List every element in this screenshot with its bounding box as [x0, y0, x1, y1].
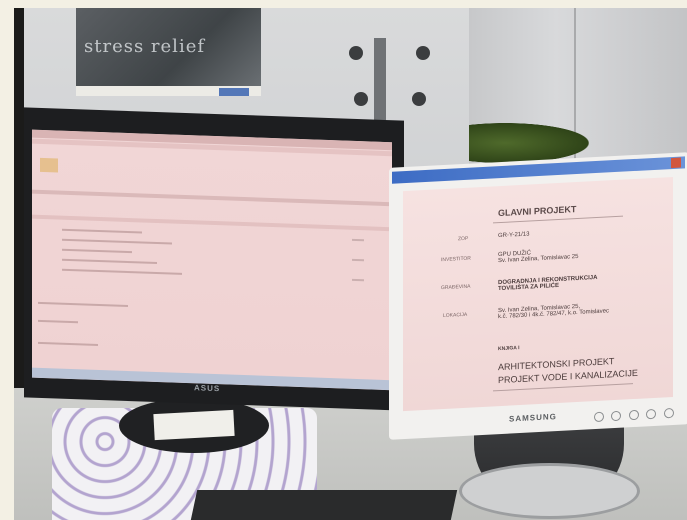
coat-hook [416, 46, 430, 60]
table-row [62, 228, 142, 234]
row-label: LOKACIJA [443, 311, 468, 320]
close-icon[interactable] [671, 157, 681, 169]
row-label: GRAĐEVINA [441, 283, 471, 292]
left-monitor-screen [32, 129, 392, 391]
right-monitor-brand: SAMSUNG [509, 412, 557, 424]
table-cell [352, 278, 364, 282]
poster-logo [219, 88, 249, 96]
section-label: KNJIGA I [498, 345, 520, 353]
row-label: ZOP [458, 235, 469, 243]
coat-hook [354, 92, 368, 106]
app-logo [40, 157, 58, 173]
office-photo: stress relief ASUS GLAVNI PROJEKT ZOP GR… [14, 8, 687, 520]
monitor-button[interactable] [663, 407, 674, 419]
table-row [62, 248, 132, 254]
row-value: GR-Y-21/13 [498, 231, 530, 240]
row-value: GPU DUŽIĆ Sv. Ivan Zelina, Tomislavac 25 [498, 250, 579, 265]
monitor-buttons [594, 405, 677, 427]
monitor-button[interactable] [594, 411, 604, 423]
poster-text: stress relief [84, 36, 206, 57]
coat-hook [349, 46, 363, 60]
coat-hook [412, 92, 426, 106]
right-monitor-screen: GLAVNI PROJEKT ZOP GR-Y-21/13 INVESTITOR… [403, 176, 673, 412]
photo-frame: stress relief ASUS GLAVNI PROJEKT ZOP GR… [0, 0, 687, 520]
left-monitor-brand: ASUS [194, 383, 221, 394]
right-monitor-base [459, 463, 640, 519]
row-value: Sv. Ivan Zelina, Tomislavac 25, k.č. 782… [498, 303, 609, 321]
table-row [38, 301, 128, 307]
table-row [38, 319, 78, 324]
monitor-button[interactable] [646, 408, 657, 420]
table-row [62, 238, 172, 245]
document-title: GLAVNI PROJEKT [498, 204, 577, 219]
plant [469, 123, 589, 163]
row-label: INVESTITOR [441, 255, 471, 264]
paper-note [153, 409, 235, 441]
table-row [62, 268, 182, 275]
table-cell [352, 238, 364, 242]
keyboard [190, 490, 458, 520]
monitor-button[interactable] [628, 409, 639, 421]
monitor-button[interactable] [611, 410, 622, 422]
right-monitor: GLAVNI PROJEKT ZOP GR-Y-21/13 INVESTITOR… [389, 152, 687, 440]
left-monitor: ASUS [24, 107, 404, 411]
row-value: DOGRADNJA I REKONSTRUKCIJA TOVILIŠTA ZA … [498, 274, 598, 293]
table-row [62, 258, 157, 265]
table-cell [352, 258, 364, 262]
table-row [38, 341, 98, 346]
table-header [32, 189, 392, 207]
